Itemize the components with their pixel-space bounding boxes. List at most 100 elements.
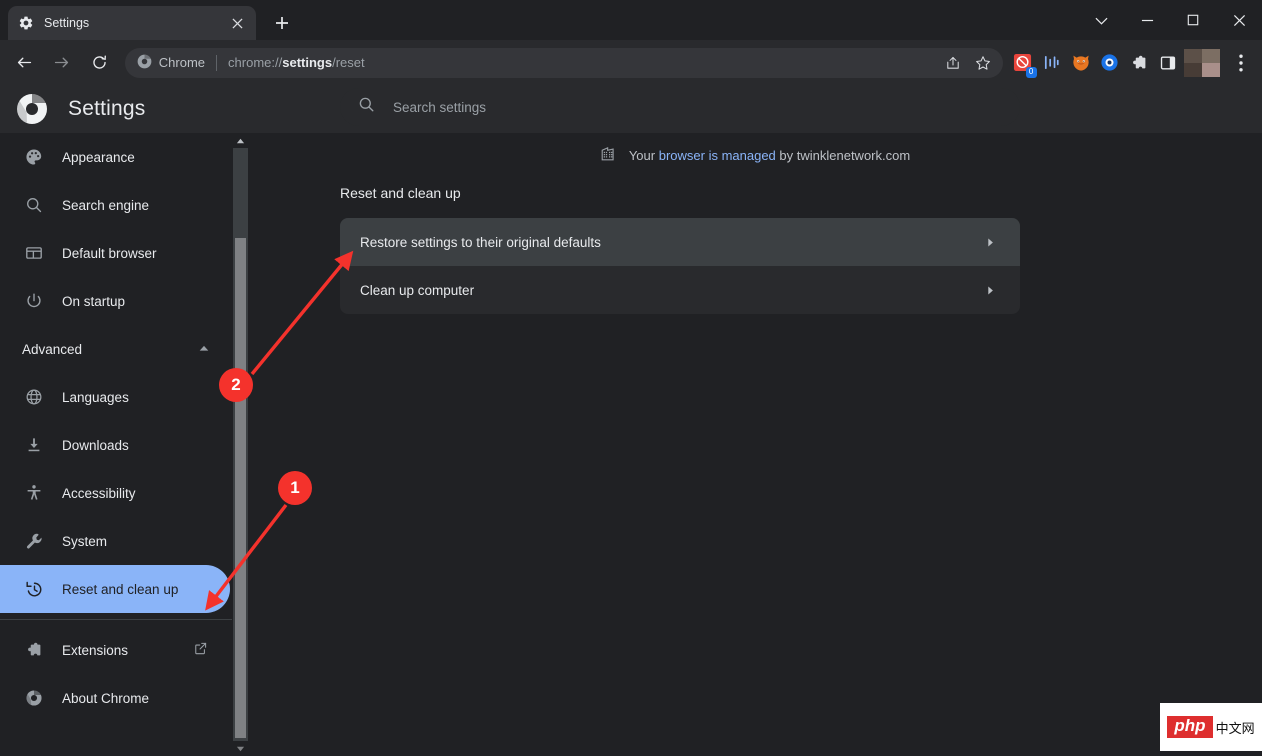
sidebar-item-default-browser[interactable]: Default browser bbox=[0, 229, 230, 277]
chrome-logo-icon bbox=[137, 54, 152, 72]
reset-card: Restore settings to their original defau… bbox=[340, 218, 1020, 314]
chrome-logo-icon bbox=[16, 93, 48, 125]
new-tab-button[interactable] bbox=[268, 9, 296, 37]
sidebar-item-appearance[interactable]: Appearance bbox=[0, 133, 230, 181]
building-icon bbox=[600, 145, 617, 165]
extension-icons: 0 bbox=[1009, 49, 1182, 77]
sidebar-item-languages[interactable]: Languages bbox=[0, 373, 230, 421]
chevron-right-icon bbox=[980, 285, 1000, 296]
reload-button[interactable] bbox=[84, 47, 115, 79]
address-bar[interactable]: Chrome chrome://settings/reset bbox=[125, 48, 1003, 78]
sidebar-scrollbar[interactable] bbox=[233, 133, 248, 756]
power-icon bbox=[24, 291, 44, 311]
scrollbar-down-button[interactable] bbox=[233, 741, 248, 756]
wrench-icon bbox=[24, 531, 44, 551]
settings-sidebar: Appearance Search engine Default browser… bbox=[0, 133, 232, 756]
settings-main-content: Your browser is managed by twinklenetwor… bbox=[248, 133, 1262, 756]
watermark-cn-text: 中文网 bbox=[1216, 718, 1255, 737]
sidebar-item-label: Appearance bbox=[62, 150, 135, 165]
row-restore-settings[interactable]: Restore settings to their original defau… bbox=[340, 218, 1020, 266]
fox-extension-icon[interactable] bbox=[1067, 49, 1095, 77]
watermark-php-logo: php bbox=[1167, 716, 1212, 738]
palette-icon bbox=[24, 147, 44, 167]
chrome-chip-label: Chrome bbox=[159, 55, 205, 70]
chrome-chip: Chrome bbox=[137, 54, 205, 72]
section-title: Reset and clean up bbox=[340, 185, 1262, 201]
scrollbar-up-button[interactable] bbox=[233, 133, 248, 148]
sidebar-item-on-startup[interactable]: On startup bbox=[0, 277, 230, 325]
sidebar-item-system[interactable]: System bbox=[0, 517, 230, 565]
sidebar-item-label: Languages bbox=[62, 390, 129, 405]
bars-extension-icon[interactable] bbox=[1038, 49, 1066, 77]
scrollbar-thumb[interactable] bbox=[235, 238, 246, 738]
browser-window-icon bbox=[24, 243, 44, 263]
globe-icon bbox=[24, 387, 44, 407]
sidebar-item-search-engine[interactable]: Search engine bbox=[0, 181, 230, 229]
chrome-logo-icon bbox=[24, 688, 44, 708]
page-title: Settings bbox=[68, 97, 145, 121]
sidebar-item-label: On startup bbox=[62, 294, 125, 309]
window-controls bbox=[1078, 0, 1262, 40]
sidebar-item-extensions[interactable]: Extensions bbox=[0, 626, 230, 674]
sidebar-item-label: Reset and clean up bbox=[62, 582, 178, 597]
search-icon bbox=[358, 96, 375, 118]
puzzle-extensions-icon[interactable] bbox=[1125, 49, 1153, 77]
accessibility-icon bbox=[24, 483, 44, 503]
sidebar-item-reset-and-clean-up[interactable]: Reset and clean up bbox=[0, 565, 230, 613]
extension-badge-count: 0 bbox=[1026, 67, 1037, 78]
bookmark-star-icon[interactable] bbox=[969, 49, 997, 77]
sidebar-item-label: Default browser bbox=[62, 246, 157, 261]
managed-notice: Your browser is managed by twinklenetwor… bbox=[248, 133, 1262, 177]
sidebar-item-accessibility[interactable]: Accessibility bbox=[0, 469, 230, 517]
forward-button[interactable] bbox=[46, 47, 77, 79]
tab-strip: Settings bbox=[0, 0, 1262, 40]
search-input[interactable]: Search settings bbox=[340, 88, 1020, 126]
circle-extension-icon[interactable] bbox=[1096, 49, 1124, 77]
managed-suffix: by twinklenetwork.com bbox=[779, 148, 910, 163]
managed-link[interactable]: browser is managed bbox=[659, 148, 776, 163]
sidebar-item-downloads[interactable]: Downloads bbox=[0, 421, 230, 469]
tab-title: Settings bbox=[44, 16, 228, 30]
omnibox-url: chrome://settings/reset bbox=[228, 55, 365, 70]
chevron-up-icon[interactable] bbox=[198, 342, 210, 357]
back-button[interactable] bbox=[9, 47, 40, 79]
adblock-extension-icon[interactable]: 0 bbox=[1009, 49, 1037, 77]
restore-history-icon bbox=[24, 579, 44, 599]
open-in-new-icon[interactable] bbox=[193, 641, 208, 659]
sidebar-section-label: Advanced bbox=[22, 342, 198, 357]
sidebar-item-label: System bbox=[62, 534, 107, 549]
download-icon bbox=[24, 435, 44, 455]
managed-prefix: Your bbox=[629, 148, 655, 163]
managed-notice-text: Your browser is managed by twinklenetwor… bbox=[629, 148, 910, 163]
sidebar-item-label: Downloads bbox=[62, 438, 129, 453]
sidebar-item-label: Accessibility bbox=[62, 486, 136, 501]
tab-search-button[interactable] bbox=[1078, 0, 1124, 40]
sidebar-item-label: Search engine bbox=[62, 198, 149, 213]
chrome-menu-button[interactable] bbox=[1227, 48, 1256, 78]
row-clean-up-computer[interactable]: Clean up computer bbox=[340, 266, 1020, 314]
share-icon[interactable] bbox=[939, 49, 967, 77]
row-label: Restore settings to their original defau… bbox=[360, 235, 980, 250]
tab-settings[interactable]: Settings bbox=[8, 6, 256, 40]
watermark: php 中文网 bbox=[1160, 703, 1262, 751]
side-panel-icon[interactable] bbox=[1154, 49, 1182, 77]
chevron-right-icon bbox=[980, 237, 1000, 248]
gear-icon bbox=[18, 15, 34, 31]
puzzle-icon bbox=[24, 640, 44, 660]
sidebar-item-label: Extensions bbox=[62, 643, 193, 658]
url-scheme: chrome:// bbox=[228, 55, 282, 70]
minimize-button[interactable] bbox=[1124, 0, 1170, 40]
avatar[interactable] bbox=[1184, 49, 1225, 77]
sidebar-section-advanced[interactable]: Advanced bbox=[0, 325, 232, 373]
browser-toolbar: Chrome chrome://settings/reset bbox=[0, 40, 1262, 85]
close-button[interactable] bbox=[1216, 0, 1262, 40]
omnibox-divider bbox=[216, 55, 217, 71]
tab-close-icon[interactable] bbox=[228, 14, 246, 32]
sidebar-divider bbox=[0, 619, 232, 620]
sidebar-item-about-chrome[interactable]: About Chrome bbox=[0, 674, 230, 722]
row-label: Clean up computer bbox=[360, 283, 980, 298]
omnibox-actions bbox=[939, 49, 997, 77]
search-icon bbox=[24, 195, 44, 215]
search-placeholder: Search settings bbox=[393, 100, 486, 115]
maximize-button[interactable] bbox=[1170, 0, 1216, 40]
